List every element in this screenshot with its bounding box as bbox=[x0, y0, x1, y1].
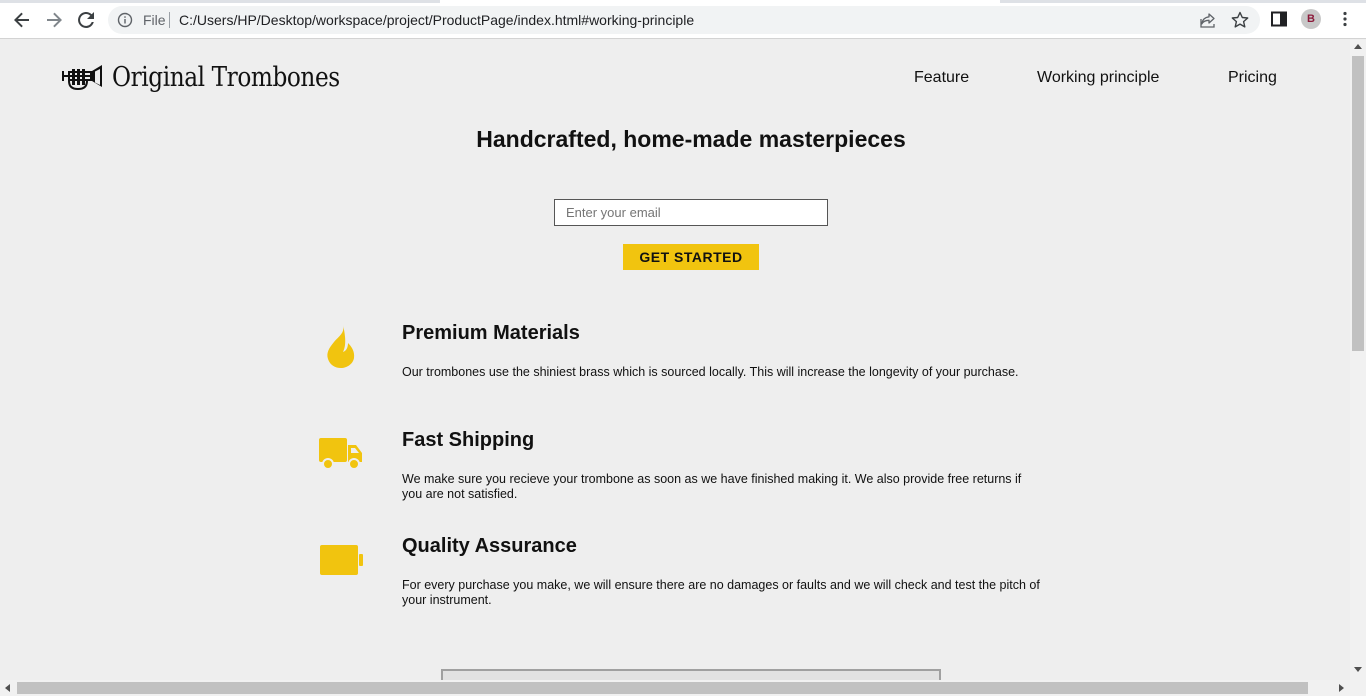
share-icon[interactable] bbox=[1199, 11, 1217, 29]
feature-title: Premium Materials bbox=[402, 322, 580, 344]
truck-icon bbox=[319, 438, 362, 470]
feature-description: Our trombones use the shiniest brass whi… bbox=[402, 365, 1019, 379]
forward-button[interactable] bbox=[42, 8, 66, 32]
trumpet-icon bbox=[62, 64, 102, 90]
address-separator bbox=[169, 12, 170, 28]
info-icon[interactable] bbox=[117, 12, 133, 28]
scroll-right-arrow-icon[interactable] bbox=[1339, 684, 1344, 692]
feature-description: For every purchase you make, we will ens… bbox=[402, 578, 1040, 607]
reload-icon bbox=[78, 11, 94, 28]
feature-description: We make sure you recieve your trombone a… bbox=[402, 472, 1022, 501]
feature-title: Quality Assurance bbox=[402, 535, 577, 557]
logo-text: Original Trombones bbox=[112, 62, 340, 93]
email-input[interactable] bbox=[554, 199, 828, 226]
scroll-left-arrow-icon[interactable] bbox=[5, 684, 10, 692]
arrow-left-icon bbox=[14, 12, 29, 28]
horizontal-scrollbar[interactable] bbox=[0, 680, 1366, 696]
get-started-button[interactable]: GET STARTED bbox=[623, 244, 759, 270]
side-panel-icon[interactable] bbox=[1271, 11, 1287, 27]
active-tab-edge bbox=[440, 0, 1000, 3]
browser-toolbar: File C:/Users/HP/Desktop/workspace/proje… bbox=[0, 0, 1366, 39]
url-text[interactable]: C:/Users/HP/Desktop/workspace/project/Pr… bbox=[179, 12, 694, 28]
horizontal-scroll-thumb[interactable] bbox=[17, 682, 1308, 694]
scroll-down-arrow-icon[interactable] bbox=[1354, 667, 1362, 672]
nav-link-working-principle[interactable]: Working principle bbox=[1037, 69, 1159, 87]
vertical-scrollbar[interactable] bbox=[1350, 40, 1366, 680]
more-menu-icon[interactable] bbox=[1336, 10, 1354, 28]
hero-title: Handcrafted, home-made masterpieces bbox=[476, 126, 906, 152]
bookmark-star-icon[interactable] bbox=[1230, 10, 1250, 30]
arrow-right-icon bbox=[47, 12, 62, 28]
reload-button[interactable] bbox=[74, 8, 98, 32]
nav-link-pricing[interactable]: Pricing bbox=[1228, 69, 1277, 87]
back-button[interactable] bbox=[10, 8, 34, 32]
battery-icon bbox=[320, 545, 363, 575]
profile-avatar[interactable]: B bbox=[1301, 9, 1321, 29]
vertical-scroll-thumb[interactable] bbox=[1352, 56, 1364, 351]
feature-title: Fast Shipping bbox=[402, 429, 535, 451]
profile-initial: B bbox=[1307, 13, 1315, 25]
site-logo[interactable]: Original Trombones bbox=[61, 62, 377, 93]
address-bar[interactable]: File C:/Users/HP/Desktop/workspace/proje… bbox=[108, 6, 1260, 34]
video-frame[interactable] bbox=[441, 669, 941, 680]
nav-link-feature[interactable]: Feature bbox=[914, 69, 969, 87]
tab-strip-edge bbox=[0, 0, 1366, 3]
scheme-label: File bbox=[143, 12, 166, 28]
fire-icon bbox=[327, 325, 355, 368]
page-viewport: Original Trombones Feature Working princ… bbox=[0, 40, 1350, 680]
scroll-up-arrow-icon[interactable] bbox=[1354, 44, 1362, 49]
